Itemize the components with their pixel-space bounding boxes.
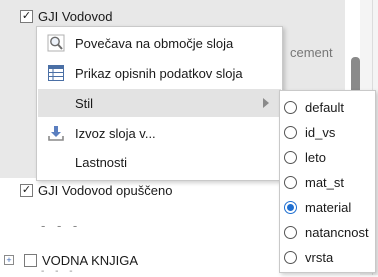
style-option-vrsta[interactable]: vrsta — [284, 247, 333, 267]
style-option-label: leto — [305, 149, 326, 165]
style-option-label: id_vs — [305, 124, 336, 140]
expand-plus-icon[interactable]: + — [4, 255, 14, 265]
style-option-label: material — [305, 199, 352, 215]
menu-item-properties[interactable]: Lastnosti — [38, 148, 281, 176]
radio-button[interactable] — [284, 150, 297, 164]
export-download-icon — [46, 123, 66, 143]
layer-visibility-checkbox[interactable]: ✓ — [20, 183, 33, 197]
layer-visibility-checkbox[interactable] — [24, 253, 37, 267]
menu-item-label: Prikaz opisnih podatkov sloja — [75, 65, 243, 81]
layer-visibility-checkbox[interactable]: ✓ — [20, 9, 33, 23]
layer-label: GJI Vodovod — [38, 8, 113, 24]
radio-button-selected[interactable] — [284, 200, 297, 214]
style-option-label: vrsta — [305, 249, 334, 265]
style-option-leto[interactable]: leto — [284, 147, 326, 167]
menu-item-style[interactable]: Stil — [38, 89, 281, 117]
radio-button[interactable] — [284, 250, 297, 264]
attribute-table-icon — [46, 63, 66, 83]
menu-item-zoom-to-layer[interactable]: Povečava na območje sloja — [38, 29, 281, 57]
style-option-label: natancnost — [305, 224, 369, 240]
layer-label: GJI Vodovod opuščeno — [38, 182, 173, 198]
style-option-natancnost[interactable]: natancnost — [284, 222, 369, 242]
menu-item-label: Povečava na območje sloja — [75, 35, 234, 51]
layer-context-menu: Povečava na območje sloja Prikaz opisnih… — [36, 26, 283, 181]
style-option-id-vs[interactable]: id_vs — [284, 122, 335, 142]
menu-item-label: Izvoz sloja v... — [75, 125, 156, 141]
menu-item-label: Stil — [75, 95, 94, 111]
menu-item-label: Lastnosti — [75, 154, 128, 170]
radio-button[interactable] — [284, 175, 297, 189]
layer-row-gji-vodovod[interactable]: ✓ GJI Vodovod — [20, 7, 112, 25]
submenu-arrow-icon — [263, 98, 269, 108]
style-option-default[interactable]: default — [284, 97, 344, 117]
style-submenu: default id_vs leto mat_st material natan… — [279, 90, 376, 273]
legend-line-symbol: - - - — [41, 266, 77, 277]
menu-item-export-layer[interactable]: Izvoz sloja v... — [38, 119, 281, 147]
partial-layer-label: cement — [290, 45, 333, 60]
style-option-label: mat_st — [305, 174, 345, 190]
menu-item-attribute-table[interactable]: Prikaz opisnih podatkov sloja — [38, 59, 281, 87]
radio-button[interactable] — [284, 225, 297, 239]
zoom-to-layer-icon — [46, 33, 66, 53]
radio-button[interactable] — [284, 125, 297, 139]
style-option-mat-st[interactable]: mat_st — [284, 172, 344, 192]
style-option-label: default — [305, 99, 345, 115]
layer-row-gji-vodovod-opusceno[interactable]: ✓ GJI Vodovod opuščeno — [20, 181, 172, 199]
radio-button[interactable] — [284, 100, 297, 114]
legend-line-symbol: - - - — [41, 218, 82, 233]
style-option-material[interactable]: material — [284, 197, 351, 217]
